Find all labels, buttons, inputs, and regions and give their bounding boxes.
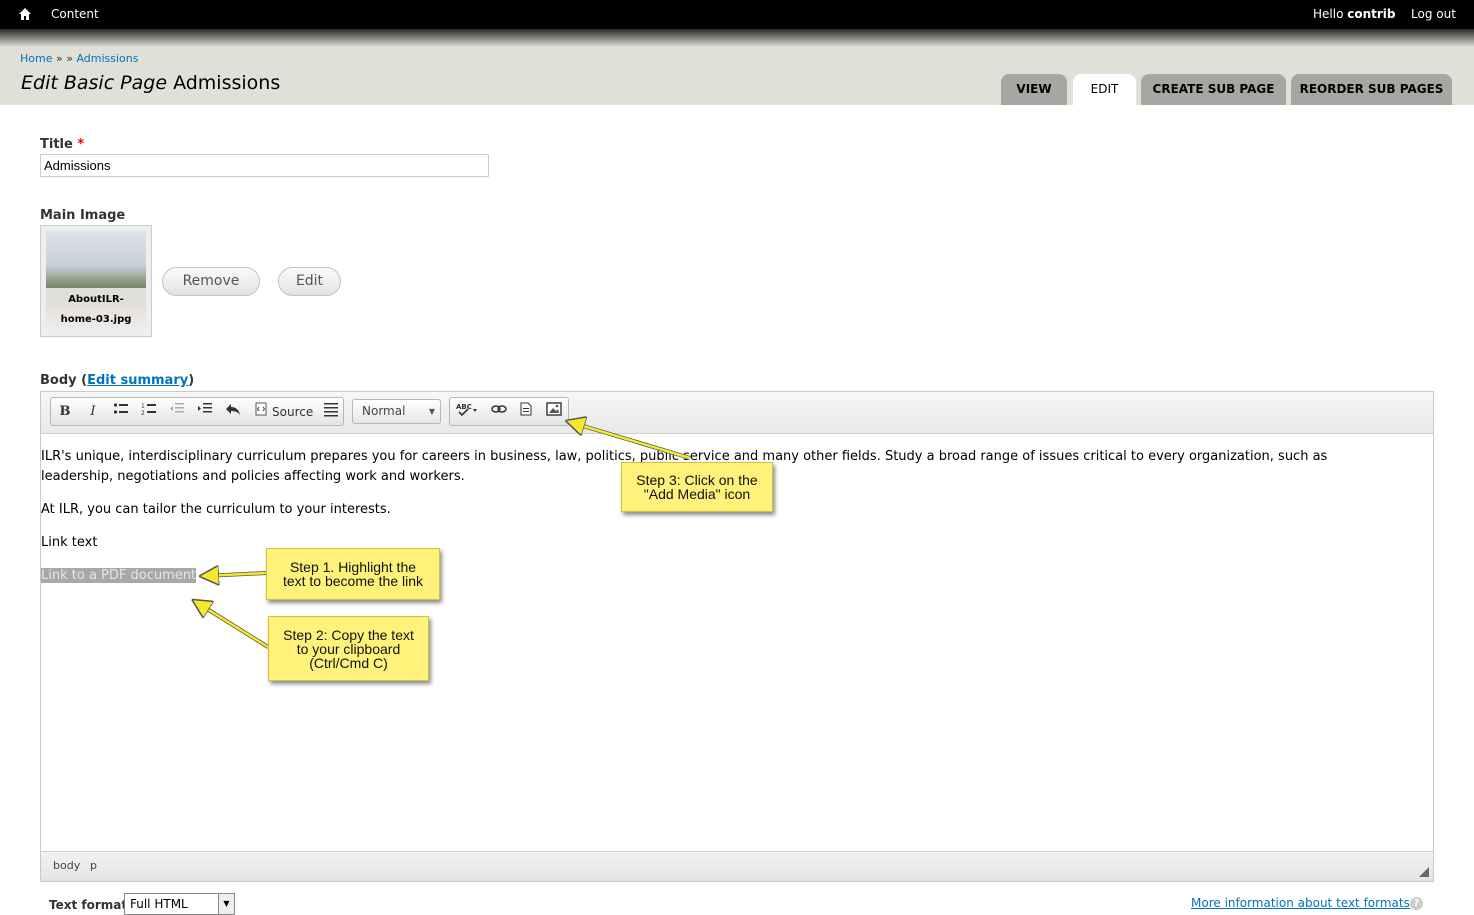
italic-button[interactable]: I	[83, 402, 103, 422]
edit-summary-link[interactable]: Edit summary	[87, 373, 188, 388]
callout-step3-line2: "Add Media" icon	[643, 486, 751, 502]
path-p[interactable]: p	[90, 859, 97, 872]
indent-icon[interactable]	[195, 402, 215, 422]
tab-reorder-sub-pages[interactable]: REORDER SUB PAGES	[1291, 74, 1452, 105]
required-mark: *	[77, 137, 85, 152]
page-title-prefix: Edit Basic Page	[21, 72, 168, 94]
format-select[interactable]: Normal ▼	[352, 399, 441, 424]
remove-button[interactable]: Remove	[162, 267, 260, 296]
body-label-text: Body	[40, 373, 77, 388]
callout-step1-line2: text to become the link	[282, 573, 424, 589]
editor-path-bar: body p	[41, 851, 1433, 881]
path-body[interactable]: body	[53, 859, 80, 872]
title-label-text: Title	[40, 137, 73, 152]
format-select-value: Normal	[362, 404, 406, 418]
chevron-down-icon: ▼	[428, 407, 435, 416]
breadcrumb-separator: » »	[55, 52, 73, 65]
home-icon[interactable]	[18, 7, 32, 21]
image-caption-line1: AboutILR-	[68, 294, 124, 305]
tab-edit[interactable]: EDIT	[1073, 74, 1136, 105]
breadcrumb-admissions[interactable]: Admissions	[76, 52, 138, 65]
tab-create-sub-page[interactable]: CREATE SUB PAGE	[1141, 74, 1286, 105]
bulleted-list-icon[interactable]	[111, 402, 131, 422]
user-greeting: Hello contrib	[1313, 7, 1396, 21]
breadcrumb-home[interactable]: Home	[20, 52, 52, 65]
svg-text:1: 1	[141, 403, 145, 410]
source-icon[interactable]	[251, 402, 271, 422]
outdent-icon[interactable]	[167, 402, 187, 422]
logout-link[interactable]: Log out	[1411, 7, 1456, 21]
title-input[interactable]	[40, 154, 489, 177]
main-image-thumbnail[interactable]: AboutILR- home-03.jpg	[40, 225, 152, 337]
document-icon[interactable]	[516, 402, 536, 422]
help-icon[interactable]: ?	[1410, 897, 1423, 910]
page-header: Home » » Admissions Edit Basic Page Admi…	[0, 47, 1474, 105]
source-button[interactable]: Source	[272, 402, 313, 422]
highlighted-link-text[interactable]: Link to a PDF document	[41, 568, 197, 583]
bold-button[interactable]: B	[55, 402, 75, 422]
text-format-label: Text format	[49, 898, 128, 912]
tab-view[interactable]: VIEW	[1001, 74, 1067, 105]
spellcheck-icon[interactable]: ABC	[456, 402, 480, 422]
edit-image-button[interactable]: Edit	[278, 267, 341, 296]
callout-step2-line3: (Ctrl/Cmd C)	[309, 654, 388, 671]
callout-step1-line1: Step 1. Highlight the	[289, 559, 417, 575]
content-link[interactable]: Content	[51, 7, 99, 21]
svg-text:2: 2	[141, 410, 145, 416]
callout-step2-line1: Step 2: Copy the text	[283, 626, 414, 643]
callout-step2: Step 2: Copy the text to your clipboard …	[268, 616, 429, 681]
page-title-name: Admissions	[173, 72, 281, 94]
toolbar-group-media: ABC	[449, 397, 569, 426]
add-media-icon[interactable]	[544, 402, 564, 422]
image-caption-line2: home-03.jpg	[60, 314, 132, 325]
undo-icon[interactable]	[223, 402, 243, 422]
chevron-down-icon: ▼	[218, 894, 234, 914]
callout-step2-line2: to your clipboard	[296, 640, 401, 657]
toolbar-shadow	[0, 29, 1474, 47]
editor-paragraph-3: Link text	[41, 535, 98, 550]
page-title: Edit Basic Page Admissions	[21, 72, 280, 94]
callout-step3: Step 3: Click on the "Add Media" icon	[621, 462, 773, 512]
editor-toolbar: B I 12 Source Normal ▼ ABC	[41, 392, 1433, 434]
title-label: Title *	[40, 137, 84, 152]
username[interactable]: contrib	[1347, 7, 1395, 21]
main-image-label: Main Image	[40, 208, 126, 223]
text-format-select[interactable]: Full HTML ▼	[124, 893, 235, 915]
image-caption: AboutILR- home-03.jpg	[46, 288, 146, 331]
resize-handle[interactable]	[1419, 867, 1429, 877]
callout-step3-line1: Step 3: Click on the	[636, 472, 758, 488]
hello-text: Hello	[1313, 7, 1344, 21]
text-format-value: Full HTML	[130, 897, 188, 911]
breadcrumb: Home » » Admissions	[20, 52, 139, 65]
body-label: Body (Edit summary)	[40, 373, 195, 388]
numbered-list-icon[interactable]: 12	[139, 402, 159, 422]
editor-paragraph-4: Link to a PDF document	[41, 566, 1401, 586]
link-icon[interactable]	[489, 402, 509, 422]
toolbar-group-basic: B I 12 Source	[50, 397, 344, 426]
horizontal-rule-icon[interactable]	[321, 402, 341, 422]
callout-step1: Step 1. Highlight the text to become the…	[266, 548, 440, 600]
admin-toolbar: Content Hello contrib Log out	[0, 0, 1474, 29]
svg-text:ABC: ABC	[456, 403, 472, 411]
